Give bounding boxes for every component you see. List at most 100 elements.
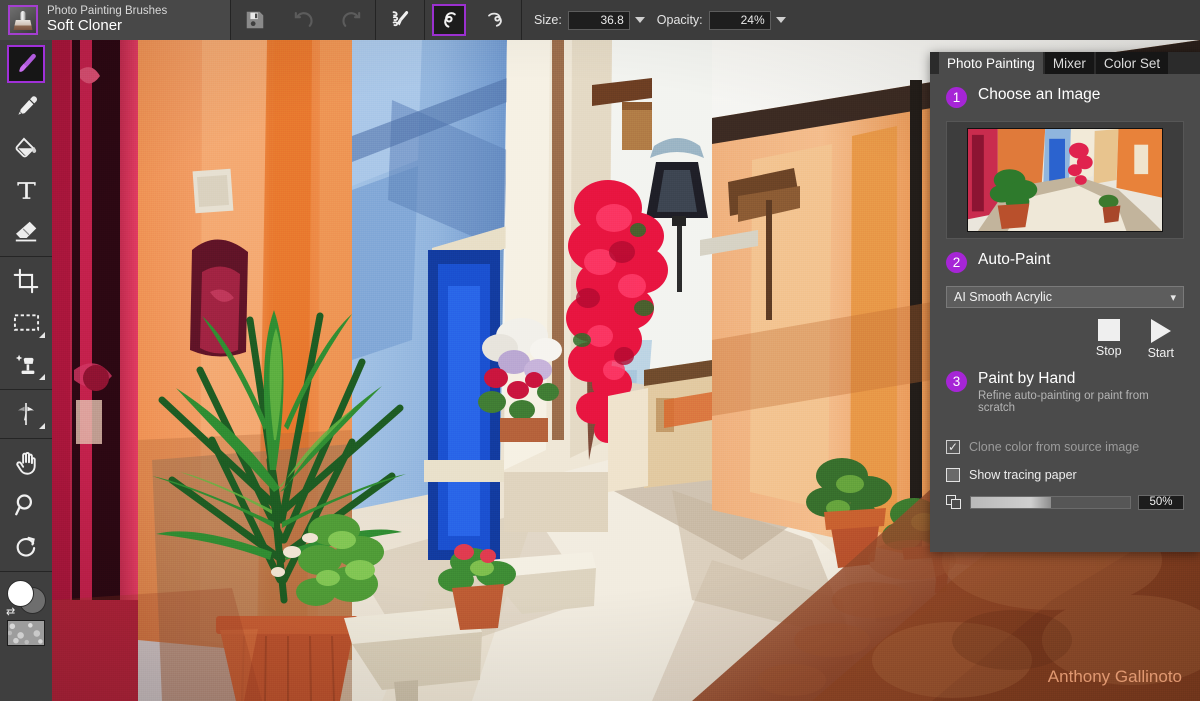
hand-tool[interactable] (0, 442, 52, 484)
brush-tool[interactable] (0, 43, 52, 85)
step-2-section: 2 Auto-Paint (930, 251, 1200, 273)
source-image-thumbnail[interactable] (967, 128, 1163, 232)
paper-texture-swatch[interactable] (7, 620, 45, 646)
auto-paint-controls: Stop Start (930, 319, 1174, 360)
left-tool-palette: ⇄ (0, 40, 52, 701)
undo-arrow-icon (288, 6, 318, 34)
step-1-title: Choose an Image (978, 86, 1100, 104)
tab-photo-painting[interactable]: Photo Painting (939, 52, 1043, 74)
step-2-title: Auto-Paint (978, 251, 1050, 269)
start-button[interactable]: Start (1148, 319, 1174, 360)
crop-tool[interactable] (0, 260, 52, 302)
eraser-icon (9, 215, 43, 249)
brush-with-marks-icon (385, 6, 415, 34)
color-picker-swatch[interactable]: ⇄ (6, 580, 46, 616)
text-t-icon (9, 173, 43, 207)
tool-group-edit (0, 257, 52, 390)
paint-bucket-icon (9, 131, 43, 165)
tool-more-corner-icon (39, 374, 45, 380)
play-triangle-icon (1151, 319, 1171, 343)
tool-more-corner-icon (39, 332, 45, 338)
tracing-opacity-slider[interactable] (970, 496, 1131, 509)
panel-tabs: Photo Painting Mixer Color Set (930, 52, 1200, 74)
freehand-stroke-button[interactable] (425, 0, 473, 40)
redo-arrow-icon (336, 6, 366, 34)
crop-icon (9, 264, 43, 298)
tracing-opacity-slider-fill (971, 497, 1051, 508)
opacity-dropdown-caret-icon[interactable] (776, 17, 786, 23)
step-1-badge: 1 (946, 87, 967, 108)
tracing-paper-checkbox[interactable] (946, 468, 960, 482)
brush-selector[interactable]: Photo Painting Brushes Soft Cloner (0, 0, 230, 40)
redo-button[interactable] (327, 0, 375, 40)
size-dropdown-caret-icon[interactable] (635, 17, 645, 23)
save-button[interactable] (231, 0, 279, 40)
swap-colors-icon[interactable]: ⇄ (6, 605, 15, 618)
step-3-subtitle: Refine auto-painting or paint from scrat… (978, 390, 1184, 414)
freehand-squiggle-icon (434, 6, 464, 34)
tracing-paper-row[interactable]: Show tracing paper (946, 468, 1184, 482)
tool-group-paint (0, 40, 52, 257)
tab-mixer[interactable]: Mixer (1045, 52, 1094, 74)
eraser-tool[interactable] (0, 211, 52, 253)
dropper-tool[interactable] (0, 85, 52, 127)
auto-paint-preset-value: AI Smooth Acrylic (954, 290, 1052, 304)
source-image-slot[interactable] (946, 121, 1184, 239)
tool-more-corner-icon (39, 423, 45, 429)
color-swatches: ⇄ (0, 572, 52, 650)
stop-button[interactable]: Stop (1096, 319, 1122, 360)
brush-settings-button[interactable] (376, 0, 424, 40)
toolbar-divider (521, 0, 522, 40)
stop-square-icon (1098, 319, 1120, 341)
brush-labels: Photo Painting Brushes Soft Cloner (47, 5, 167, 35)
tab-color-set[interactable]: Color Set (1096, 52, 1168, 74)
eyedropper-icon (9, 89, 43, 123)
toolbar-spacer (786, 0, 993, 40)
step-3-badge: 3 (946, 371, 967, 392)
tracing-paper-label: Show tracing paper (969, 468, 1077, 482)
toolbar-buttons: Size: 36.8 Opacity: 24% (230, 0, 993, 40)
clone-color-checkbox[interactable] (946, 440, 960, 454)
auto-paint-preset-select[interactable]: AI Smooth Acrylic ▾ (946, 286, 1184, 308)
straight-stroke-button[interactable] (473, 0, 521, 40)
artist-signature: Anthony Gallinoto (1048, 667, 1182, 687)
rectangular-selection-tool[interactable] (0, 302, 52, 344)
brush-variant-label: Soft Cloner (47, 18, 167, 35)
rotate-page-icon (9, 530, 43, 564)
photo-painting-panel: Photo Painting Mixer Color Set 1 Choose … (930, 52, 1200, 552)
marquee-select-icon (9, 306, 43, 340)
stop-label: Stop (1096, 344, 1122, 358)
mirror-painting-icon (9, 397, 43, 431)
mirror-painting-tool[interactable] (0, 393, 52, 435)
step-3-section: 3 Paint by Hand Refine auto-painting or … (930, 370, 1200, 414)
opacity-input[interactable]: 24% (709, 11, 771, 30)
text-tool[interactable] (0, 169, 52, 211)
chevron-down-icon: ▾ (1170, 291, 1176, 304)
paint-bucket-tool[interactable] (0, 127, 52, 169)
tracing-opacity-value[interactable]: 50% (1138, 495, 1184, 510)
size-input[interactable]: 36.8 (568, 11, 630, 30)
step-3-title: Paint by Hand (978, 370, 1184, 388)
size-label: Size: (534, 13, 562, 27)
floppy-disk-icon (240, 6, 270, 34)
tool-group-mirror (0, 390, 52, 439)
magnifier-tool[interactable] (0, 484, 52, 526)
hand-icon (9, 446, 43, 480)
opacity-label: Opacity: (657, 13, 703, 27)
rotate-page-tool[interactable] (0, 526, 52, 568)
paintbrush-icon (9, 47, 43, 81)
primary-color-swatch[interactable] (7, 580, 34, 607)
undo-button[interactable] (279, 0, 327, 40)
open-squiggle-icon (482, 6, 512, 34)
clone-color-label: Clone color from source image (969, 440, 1139, 454)
layers-icon[interactable] (946, 495, 963, 510)
clone-stamp-icon (8, 5, 38, 35)
step-1-section: 1 Choose an Image (930, 86, 1200, 108)
tool-group-navigate (0, 439, 52, 572)
clone-color-row[interactable]: Clone color from source image (946, 440, 1184, 454)
application-window: Photo Painting Brushes Soft Cloner (0, 0, 1200, 701)
magnifier-icon (9, 488, 43, 522)
step-2-badge: 2 (946, 252, 967, 273)
clone-stamp-tool[interactable] (0, 344, 52, 386)
top-toolbar: Photo Painting Brushes Soft Cloner (0, 0, 1200, 40)
